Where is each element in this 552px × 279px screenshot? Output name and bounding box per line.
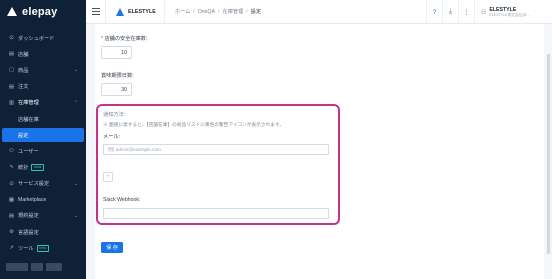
beta-badge: beta — [36, 244, 49, 252]
elestyle-logo-icon — [116, 7, 124, 16]
app-switcher[interactable]: ELESTYLE — [106, 0, 165, 24]
footer-placeholder-bar — [6, 263, 28, 271]
email-label: メール: — [103, 134, 121, 140]
email-field[interactable]: 例) admin@example.com — [103, 144, 329, 155]
marketplace-icon: ▦ — [8, 196, 15, 203]
account-text: ELESTYLE ELESTYLE株式会社(本... — [489, 7, 529, 18]
sidebar-item-tools[interactable]: ↗ ツール beta — [0, 240, 86, 256]
sidebar-item-orders[interactable]: ▤ 注文 — [0, 79, 86, 95]
download-icon: ⤓ — [449, 8, 452, 15]
elepay-logo-icon — [7, 7, 17, 16]
account-menu[interactable]: ⚇ ELESTYLE ELESTYLE株式会社(本... — [474, 0, 552, 24]
sidebar-item-stores[interactable]: ▤ 店舗 — [0, 46, 86, 62]
sidebar-item-label: 規約設定 — [18, 213, 39, 220]
sidebar-item-label: 店舗在庫 — [18, 116, 39, 123]
sidebar-item-language[interactable]: ⊚ 言語設定 — [0, 224, 86, 240]
chevron-up-icon: ⌃ — [73, 99, 78, 106]
inventory-icon: ▥ — [8, 99, 15, 106]
chart-icon: ∿ — [9, 164, 14, 171]
order-icon: ▤ — [8, 83, 15, 90]
download-button[interactable]: ⤓ — [442, 0, 458, 24]
brand-name: elepay — [22, 6, 58, 18]
store-icon: ▤ — [8, 51, 15, 58]
more-button[interactable]: ⋮ — [458, 0, 474, 24]
app-name: ELESTYLE — [128, 8, 156, 15]
footer-placeholder-bar — [46, 263, 62, 271]
help-icon: ? — [432, 8, 437, 16]
sidebar-item-label: ユーザー — [18, 148, 39, 155]
breadcrumb-current: 設定 — [250, 9, 262, 15]
sidebar-item-label: 注文 — [18, 84, 29, 91]
chevron-down-icon: ⌄ — [73, 180, 78, 187]
gear-icon: ⊙ — [9, 180, 14, 187]
sidebar-item-terms[interactable]: ▤ 規約設定 ⌄ — [0, 208, 86, 224]
sidebar-item-label: 在庫管理 — [18, 100, 39, 107]
sidebar-nav: ⊙ ダッシュボード ▤ 店舗 ▢ 商品 ⌄ ▤ 注文 ▥ 在庫管理 ⌃ 店舗在庫 設定 ⚇ ユー… — [0, 30, 86, 256]
user-icon: ⚇ — [9, 148, 14, 155]
sidebar-item-inventory[interactable]: ▥ 在庫管理 ⌃ — [0, 95, 86, 111]
sidebar-item-label: Marketplace — [18, 196, 47, 203]
sidebar-item-label: 商品 — [18, 67, 29, 74]
sidebar-item-label: 設定 — [18, 132, 29, 139]
sidebar-item-users[interactable]: ⚇ ユーザー — [0, 143, 86, 159]
add-email-button[interactable]: + — [103, 172, 113, 182]
slack-webhook-label: Slack Webhook: — [103, 197, 141, 203]
help-button[interactable]: ? — [426, 0, 442, 24]
settings-card: * 店舗の安全在庫数: 10 賞味期限日数: 30 通知方法: ※ 圏値に達する… — [95, 24, 544, 279]
app-root: elepay ⊙ ダッシュボード ▤ 店舗 ▢ 商品 ⌄ ▤ 注文 ▥ 在庫管理 ⌃ 店舗在庫… — [0, 0, 552, 279]
more-icon: ⋮ — [463, 9, 470, 16]
sidebar-item-label: 統計 — [18, 164, 29, 171]
account-subtitle: ELESTYLE株式会社(本... — [489, 12, 530, 17]
sidebar-footer — [6, 263, 62, 271]
sidebar-item-service-settings[interactable]: ⊙ サービス設定 ⌄ — [0, 176, 86, 192]
brand-logo[interactable]: elepay — [0, 0, 86, 24]
save-button[interactable]: 保 存 — [101, 242, 123, 253]
sidebar: elepay ⊙ ダッシュボード ▤ 店舗 ▢ 商品 ⌄ ▤ 注文 ▥ 在庫管理 ⌃ 店舗在庫… — [0, 0, 86, 279]
dashboard-icon: ⊙ — [9, 35, 14, 42]
sidebar-item-statistics[interactable]: ∿ 統計 beta — [0, 159, 86, 175]
slack-webhook-field[interactable] — [103, 208, 329, 219]
top-header: ELESTYLE ホーム / OneQA / 在庫管理 / 設定 ? ⤓ ⋮ ⚇… — [86, 0, 552, 24]
notification-method-section: 通知方法: ※ 圏値に達すると、【店舗在庫】の商品リストに黄色の警告アイコンが表… — [96, 104, 340, 225]
safety-stock-input[interactable]: 10 — [101, 46, 132, 59]
sidebar-item-inventory-settings[interactable]: 設定 — [2, 128, 84, 143]
menu-toggle-button[interactable] — [86, 0, 106, 24]
chevron-down-icon: ⌄ — [73, 67, 78, 74]
globe-icon: ⊚ — [9, 229, 14, 236]
expiry-days-label: 賞味期限日数: — [101, 73, 134, 79]
footer-placeholder-bar — [31, 263, 43, 271]
user-icon: ⚇ — [481, 9, 487, 16]
breadcrumb-oneqa[interactable]: OneQA — [198, 9, 215, 15]
safety-stock-label: * 店舗の安全在庫数: — [101, 35, 147, 42]
breadcrumb: ホーム / OneQA / 在庫管理 / 設定 — [165, 8, 262, 16]
sidebar-item-label: サービス設定 — [18, 181, 50, 188]
product-icon: ▢ — [8, 67, 15, 74]
sidebar-item-label: 店舗 — [18, 51, 29, 58]
notification-method-title: 通知方法: — [103, 112, 126, 118]
plus-icon: + — [106, 174, 110, 180]
sidebar-item-products[interactable]: ▢ 商品 ⌄ — [0, 62, 86, 78]
tool-icon: ↗ — [9, 245, 14, 252]
sidebar-item-label: ツール — [18, 245, 34, 252]
sidebar-item-dashboard[interactable]: ⊙ ダッシュボード — [0, 30, 86, 46]
notification-help-text: ※ 圏値に達すると、【店舗在庫】の商品リストに黄色の警告アイコンが表示されます。 — [103, 122, 284, 127]
breadcrumb-separator: / — [193, 8, 195, 15]
beta-badge: beta — [31, 163, 44, 171]
expiry-days-input[interactable]: 30 — [101, 83, 132, 96]
page-scrollbar[interactable] — [547, 54, 550, 254]
breadcrumb-home[interactable]: ホーム — [175, 8, 190, 15]
sidebar-item-marketplace[interactable]: ▦ Marketplace — [0, 192, 86, 208]
sidebar-item-label: ダッシュボード — [18, 35, 55, 42]
sidebar-item-store-inventory[interactable]: 店舗在庫 — [0, 111, 86, 127]
breadcrumb-separator: / — [246, 8, 248, 15]
hamburger-icon — [91, 8, 100, 15]
header-actions: ? ⤓ ⋮ ⚇ ELESTYLE ELESTYLE株式会社(本... — [426, 0, 552, 24]
document-icon: ▤ — [8, 212, 15, 219]
breadcrumb-separator: / — [218, 8, 220, 15]
main-content: * 店舗の安全在庫数: 10 賞味期限日数: 30 通知方法: ※ 圏値に達する… — [86, 24, 552, 279]
chevron-down-icon: ⌄ — [73, 212, 78, 219]
breadcrumb-inventory[interactable]: 在庫管理 — [223, 8, 244, 15]
safety-stock-label-text: 店舗の安全在庫数: — [104, 36, 148, 42]
sidebar-item-label: 言語設定 — [18, 229, 39, 236]
